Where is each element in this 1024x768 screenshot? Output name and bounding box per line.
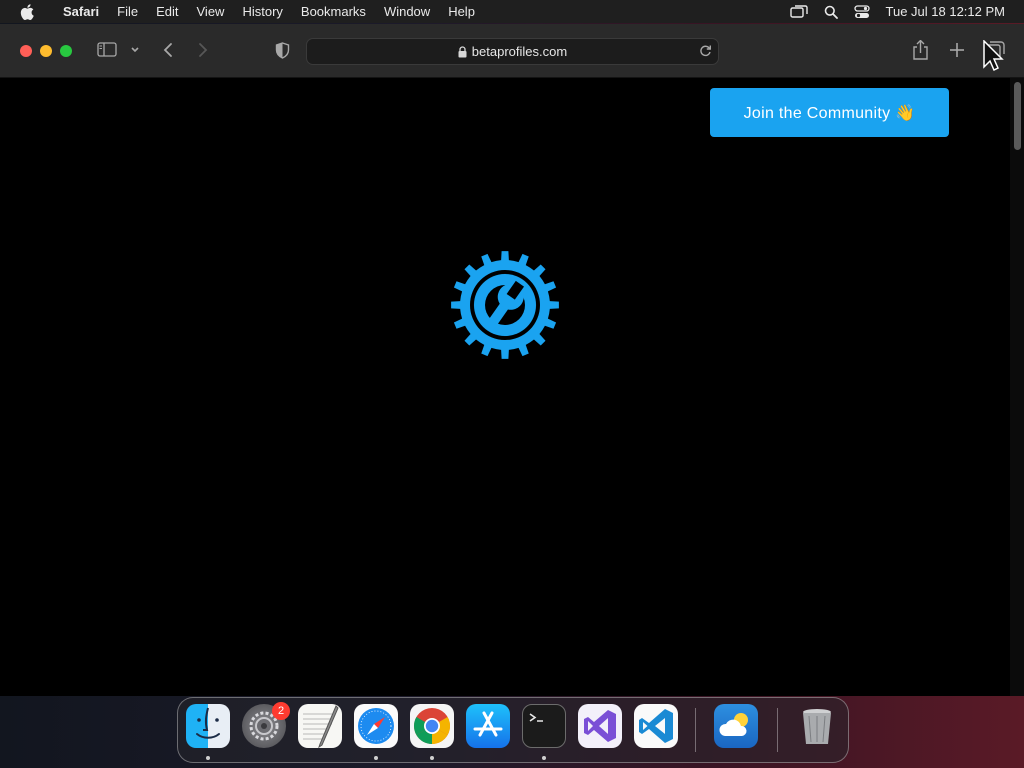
browser-toolbar: betaprofiles.com — [0, 24, 1024, 78]
dock-vscode-icon[interactable] — [634, 704, 678, 748]
address-bar[interactable]: betaprofiles.com — [306, 38, 719, 65]
menu-help[interactable]: Help — [439, 0, 484, 23]
menu-app-name[interactable]: Safari — [54, 0, 108, 23]
chevron-down-icon[interactable] — [130, 46, 140, 54]
dock-running-indicator — [374, 756, 378, 760]
menu-bar: Safari File Edit View History Bookmarks … — [0, 0, 1024, 23]
vertical-scrollbar[interactable] — [1010, 78, 1024, 696]
dock-textedit-icon[interactable] — [298, 704, 342, 748]
notification-badge: 2 — [272, 702, 290, 720]
dock-app-store-icon[interactable] — [466, 704, 510, 748]
dock-trash-icon[interactable] — [795, 704, 839, 748]
privacy-shield-icon[interactable] — [275, 42, 290, 59]
menu-history[interactable]: History — [233, 0, 291, 23]
menu-window[interactable]: Window — [375, 0, 439, 23]
control-center-icon[interactable] — [853, 4, 870, 19]
new-tab-plus-icon[interactable] — [949, 42, 965, 58]
dock-visual-studio-icon[interactable] — [578, 704, 622, 748]
menu-edit[interactable]: Edit — [147, 0, 187, 23]
menu-bookmarks[interactable]: Bookmarks — [292, 0, 375, 23]
menu-file[interactable]: File — [108, 0, 147, 23]
dock-running-indicator — [206, 756, 210, 760]
dock-separator — [777, 708, 778, 752]
gear-wrench-icon — [451, 251, 559, 359]
window-minimize-button[interactable] — [40, 45, 52, 57]
web-page-content: Join the Community 👋 — [0, 78, 1010, 696]
dock-safari-icon[interactable] — [354, 704, 398, 748]
dock: 2 — [177, 697, 849, 763]
reload-icon[interactable] — [699, 44, 712, 57]
window-fullscreen-button[interactable] — [60, 45, 72, 57]
dock-chrome-icon[interactable] — [410, 704, 454, 748]
dock-running-indicator — [542, 756, 546, 760]
menu-view[interactable]: View — [188, 0, 234, 23]
dock-finder-icon[interactable] — [186, 704, 230, 748]
sidebar-toggle-icon[interactable] — [97, 42, 117, 57]
back-arrow-icon[interactable] — [162, 42, 174, 58]
dock-weather-icon[interactable] — [714, 704, 758, 748]
dock-terminal-icon[interactable] — [522, 704, 566, 748]
dock-separator — [695, 708, 696, 752]
mouse-cursor — [982, 39, 1004, 77]
dock-running-indicator — [430, 756, 434, 760]
menu-bar-clock[interactable]: Tue Jul 18 12:12 PM — [886, 4, 1005, 19]
spotlight-search-icon[interactable] — [824, 5, 838, 19]
screen-mirroring-icon[interactable] — [789, 4, 808, 19]
address-bar-url: betaprofiles.com — [471, 44, 568, 59]
lock-icon — [458, 45, 467, 58]
window-close-button[interactable] — [20, 45, 32, 57]
join-community-button[interactable]: Join the Community 👋 — [710, 88, 949, 137]
scrollbar-thumb[interactable] — [1014, 82, 1021, 150]
forward-arrow-icon[interactable] — [197, 42, 209, 58]
share-icon[interactable] — [912, 40, 929, 60]
apple-menu-icon[interactable] — [0, 3, 54, 20]
safari-window: betaprofiles.com Join the Community 👋 — [0, 24, 1024, 696]
